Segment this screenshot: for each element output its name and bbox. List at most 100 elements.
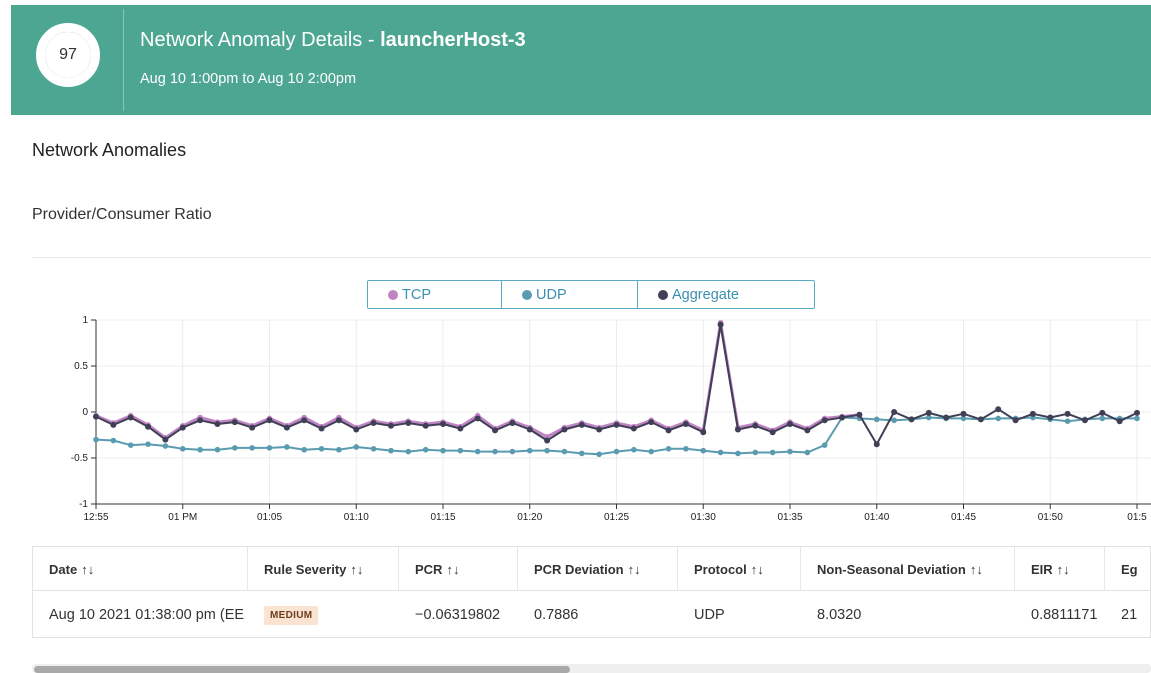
column-eg[interactable]: Eg — [1105, 547, 1150, 591]
data-point-udp — [717, 449, 724, 456]
data-point-udp — [891, 417, 897, 424]
x-tick-label: 01:35 — [777, 512, 802, 523]
data-point-aggregate — [925, 409, 932, 416]
data-point-udp — [1064, 418, 1071, 424]
horizontal-scrollbar[interactable] — [32, 664, 1151, 673]
x-tick-label: 01 PM — [168, 512, 197, 523]
data-point-aggregate — [873, 441, 880, 448]
data-point-udp — [127, 442, 134, 448]
data-point-aggregate — [110, 421, 117, 428]
cell-protocol: UDP — [694, 607, 725, 623]
column-pcr-deviation[interactable]: PCR Deviation ↑↓ — [518, 547, 678, 591]
data-point-udp — [579, 450, 585, 457]
y-tick-label: -1 — [79, 499, 88, 510]
data-point-udp — [422, 446, 429, 453]
title-prefix: Network Anomaly Details - — [140, 29, 381, 51]
column-non-seasonal-deviation[interactable]: Non-Seasonal Deviation ↑↓ — [801, 547, 1015, 591]
aggregate-dot-icon — [658, 289, 668, 300]
legend-tcp[interactable]: TCP — [368, 281, 502, 308]
data-point-udp — [509, 448, 516, 455]
data-point-aggregate — [526, 426, 533, 433]
data-point-udp — [284, 444, 290, 450]
data-point-udp — [683, 446, 689, 452]
tcp-dot-icon — [388, 289, 398, 300]
header-label: EIR — [1031, 561, 1053, 577]
data-point-udp — [266, 445, 273, 451]
legend-aggregate[interactable]: Aggregate — [638, 281, 814, 308]
data-point-aggregate — [544, 437, 551, 444]
data-point-aggregate — [960, 410, 967, 417]
data-point-aggregate — [1081, 417, 1088, 424]
column-rule-severity[interactable]: Rule Severity ↑↓ — [248, 547, 399, 591]
header-label: Non-Seasonal Deviation — [817, 561, 966, 577]
legend-udp[interactable]: UDP — [502, 281, 638, 308]
data-point-aggregate — [266, 417, 273, 424]
data-point-udp — [370, 446, 377, 452]
data-point-aggregate — [162, 436, 169, 443]
table-row[interactable]: Aug 10 2021 01:38:00 pm (EE MEDIUM −0.06… — [33, 592, 1150, 637]
legend-label: Aggregate — [672, 286, 739, 303]
x-tick-label: 01:50 — [1038, 512, 1063, 523]
data-point-udp — [232, 445, 238, 451]
page-title: Network Anomaly Details - launcherHost-3 — [140, 29, 526, 52]
data-point-udp — [821, 442, 828, 448]
sort-icon: ↑↓ — [969, 561, 983, 577]
data-point-aggregate — [769, 429, 776, 436]
data-point-aggregate — [908, 416, 915, 423]
data-point-udp — [179, 446, 186, 452]
data-point-udp — [249, 445, 255, 451]
x-tick-label: 01:15 — [430, 512, 455, 523]
anomaly-header: 97 Network Anomaly Details - launcherHos… — [11, 5, 1151, 115]
column-pcr[interactable]: PCR ↑↓ — [399, 547, 518, 591]
severity-badge: MEDIUM — [264, 605, 319, 625]
host-name: launcherHost-3 — [380, 29, 526, 51]
scrollbar-thumb[interactable] — [34, 666, 570, 673]
column-protocol[interactable]: Protocol ↑↓ — [678, 547, 801, 591]
y-tick-label: 1 — [82, 315, 88, 326]
data-point-udp — [1099, 415, 1106, 422]
x-tick-label: 01:45 — [951, 512, 976, 523]
x-tick-label: 01:5 — [1127, 512, 1147, 523]
data-point-udp — [1134, 415, 1140, 422]
data-point-udp — [492, 448, 498, 455]
data-point-aggregate — [1134, 409, 1140, 416]
data-point-aggregate — [440, 420, 446, 427]
x-tick-label: 01:40 — [864, 512, 889, 523]
data-point-aggregate — [422, 422, 429, 429]
data-point-udp — [405, 448, 412, 455]
data-point-aggregate — [127, 414, 134, 421]
data-point-udp — [457, 447, 464, 454]
cell-severity: MEDIUM — [248, 592, 399, 637]
udp-dot-icon — [522, 289, 532, 300]
data-point-udp — [336, 446, 342, 453]
data-point-udp — [700, 447, 707, 454]
data-point-aggregate — [787, 420, 793, 427]
data-point-udp — [214, 446, 221, 453]
cell-eir: 0.8811171 — [1031, 607, 1098, 623]
data-point-udp — [318, 446, 325, 452]
data-point-aggregate — [370, 420, 377, 427]
data-point-aggregate — [891, 409, 898, 415]
column-date[interactable]: Date ↑↓ — [33, 547, 248, 591]
header-label: Date — [49, 561, 78, 577]
y-tick-label: 0.5 — [74, 361, 88, 372]
data-point-aggregate — [596, 426, 603, 433]
column-eir[interactable]: EIR ↑↓ — [1015, 547, 1105, 591]
data-point-udp — [735, 450, 741, 457]
data-point-aggregate — [561, 426, 568, 433]
data-point-udp — [665, 446, 672, 452]
x-tick-label: 01:20 — [517, 512, 542, 523]
data-point-udp — [197, 446, 203, 453]
data-point-udp — [526, 447, 533, 454]
data-point-aggregate — [474, 415, 481, 422]
data-point-aggregate — [1012, 417, 1019, 424]
x-tick-label: 12:55 — [83, 512, 108, 523]
data-point-aggregate — [387, 422, 394, 429]
sort-icon: ↑↓ — [750, 561, 764, 577]
data-point-udp — [474, 448, 481, 455]
data-point-aggregate — [249, 424, 256, 431]
header-label: Eg — [1121, 561, 1138, 577]
data-point-aggregate — [335, 417, 342, 424]
data-point-aggregate — [145, 423, 152, 430]
data-point-aggregate — [943, 414, 950, 421]
